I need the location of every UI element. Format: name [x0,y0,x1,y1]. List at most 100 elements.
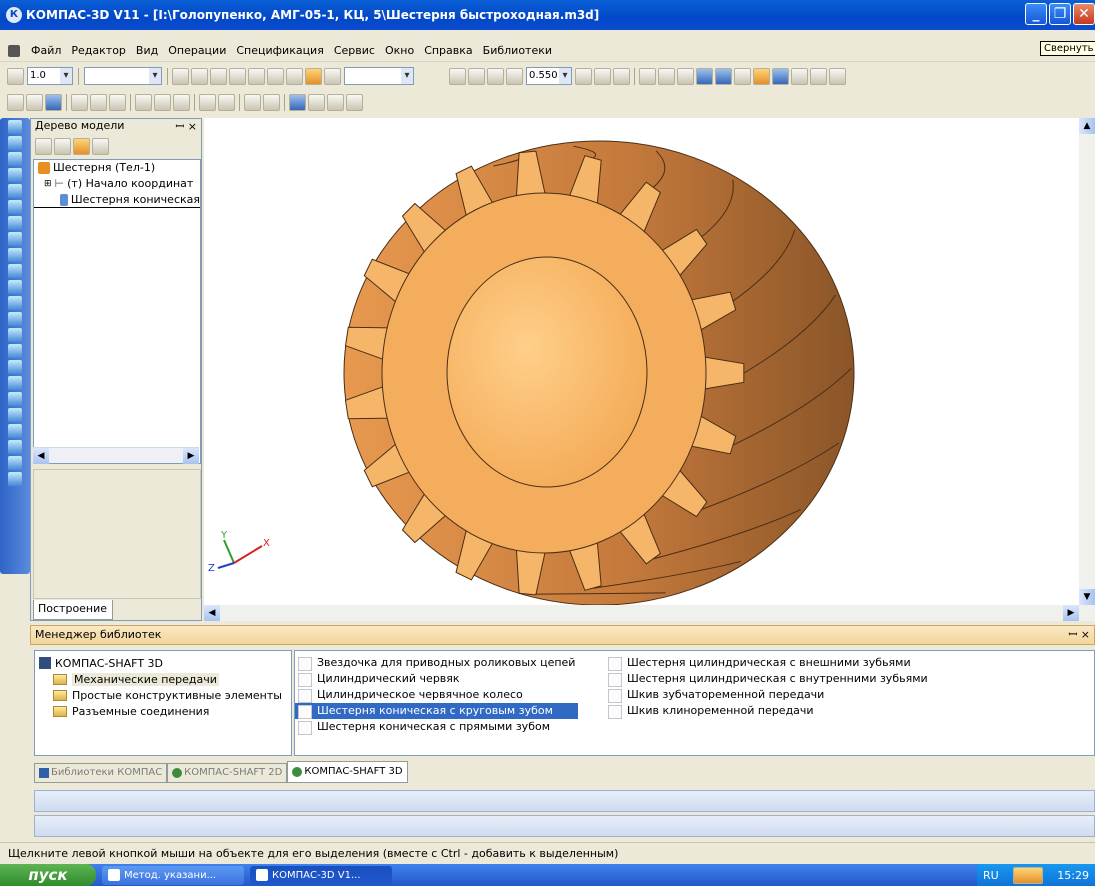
library-item[interactable]: Цилиндрический червяк [295,671,578,687]
menu-operations[interactable]: Операции [163,44,231,57]
list-icon[interactable] [218,93,235,111]
restore-button[interactable]: ❐ [1049,3,1071,25]
style-icon[interactable] [229,67,246,85]
viewport-horizontal-scrollbar[interactable]: ◀ ▶ [204,605,1079,621]
hole-icon[interactable] [8,408,22,422]
tree-sort-icon[interactable] [35,137,52,155]
tree-mode-icon[interactable] [54,137,71,155]
selection-icon[interactable] [772,67,789,85]
menu-service[interactable]: Сервис [329,44,380,57]
close-button[interactable]: ✕ [1073,3,1095,25]
scroll-right-button[interactable]: ▶ [1063,605,1079,621]
panel-pin-close[interactable]: ꟷ × [175,119,197,135]
sweep-icon[interactable] [8,280,22,294]
pen-icon[interactable] [210,67,227,85]
library-folder-detachable[interactable]: Разъемные соединения [39,703,287,719]
menu-file[interactable]: Файл [26,44,66,57]
library-folder-simple[interactable]: Простые конструктивные элементы [39,687,287,703]
angle-icon[interactable] [286,67,303,85]
tool-icon[interactable] [8,216,22,230]
minimize-button[interactable]: _ [1025,3,1047,25]
tray-icons[interactable] [1013,866,1043,884]
tree-node-gear[interactable]: Шестерня коническая [34,192,200,208]
tree-horizontal-scrollbar[interactable]: ◀ ▶ [33,447,199,464]
new-icon[interactable] [7,93,24,111]
help-pointer-icon[interactable] [346,93,363,111]
menu-help[interactable]: Справка [419,44,477,57]
tab-shaft-3d[interactable]: КОМПАС-SHAFT 3D [287,761,408,783]
extrude-icon[interactable] [8,248,22,262]
viewport-vertical-scrollbar[interactable]: ▲ ▼ [1079,118,1095,621]
tool-icon[interactable] [8,120,22,134]
3d-viewport[interactable]: Y X Z ▲ ▼ ◀ ▶ [204,118,1095,621]
hatch-icon[interactable] [267,67,284,85]
library-item[interactable]: Звездочка для приводных роликовых цепей [295,655,578,671]
hidden-lines-icon[interactable] [658,67,675,85]
language-indicator[interactable]: RU [983,869,999,882]
tool-icon[interactable] [8,200,22,214]
tab-shaft-2d[interactable]: КОМПАС-SHAFT 2D [167,763,288,783]
start-button[interactable]: пуск [0,864,96,886]
menu-libraries[interactable]: Библиотеки [478,44,557,57]
scale-combo[interactable]: 1.0 [27,67,73,85]
library-item[interactable]: Цилиндрическое червячное колесо [295,687,578,703]
library-item[interactable]: Шестерня цилиндрическая с внутренними зу… [605,671,931,687]
line-icon[interactable] [248,67,265,85]
fillet-icon[interactable] [8,376,22,390]
cut-loft-icon[interactable] [8,360,22,374]
tool-icon[interactable] [8,152,22,166]
chamfer-icon[interactable] [8,392,22,406]
scroll-left-button[interactable]: ◀ [204,605,220,621]
scroll-left-button[interactable]: ◀ [33,448,49,464]
menu-window[interactable]: Окно [380,44,419,57]
tab-build[interactable]: Построение [33,600,113,620]
panel-pin-close[interactable]: ꟷ × [1068,626,1090,644]
zoom-window-icon[interactable] [449,67,466,85]
taskbar-item-word[interactable]: Метод. указани... [102,865,244,885]
library-root[interactable]: КОМПАС-SHAFT 3D [39,655,287,671]
tool-icon[interactable] [8,232,22,246]
mirror-icon[interactable] [8,472,22,486]
snap-active-icon[interactable] [305,67,322,85]
menu-view[interactable]: Вид [131,44,163,57]
grid-icon[interactable] [191,67,208,85]
rotate-icon[interactable] [594,67,611,85]
expand-icon[interactable]: ⊞ [44,176,52,192]
document-icon[interactable] [8,44,20,57]
loft-icon[interactable] [8,296,22,310]
library-folder-mechanical[interactable]: Механические передачи [39,671,287,687]
tree-filter-icon[interactable] [73,137,90,155]
snap-icon[interactable] [7,67,24,85]
tree-window-icon[interactable] [92,137,109,155]
filter-icon[interactable] [753,67,770,85]
library-item[interactable]: Шкив клиноременной передачи [605,703,931,719]
rib-icon[interactable] [8,424,22,438]
properties-brush-icon[interactable] [199,93,216,111]
shell-icon[interactable] [8,440,22,454]
variables-icon[interactable] [289,93,306,111]
open-icon[interactable] [26,93,43,111]
scroll-down-button[interactable]: ▼ [1079,589,1095,605]
shaded-icon[interactable] [696,67,713,85]
tab-kompas-libraries[interactable]: Библиотеки КОМПАС [34,763,168,783]
scroll-right-button[interactable]: ▶ [183,448,199,464]
tree-icon[interactable] [308,93,325,111]
tool-icon[interactable] [8,136,22,150]
cut-revolve-icon[interactable] [8,328,22,342]
undo-icon[interactable] [244,93,261,111]
zoom-fit-icon[interactable] [506,67,523,85]
paste-icon[interactable] [173,93,190,111]
zoom-out-icon[interactable] [487,67,504,85]
tree-view-icon[interactable] [810,67,827,85]
tree-node-root[interactable]: Шестерня (Тел-1) [34,160,200,176]
library-item[interactable]: Шестерня коническая с прямыми зубом [295,719,578,735]
pan-icon[interactable] [575,67,592,85]
library-item[interactable]: Шестерня цилиндрическая с внешними зубья… [605,655,931,671]
print-icon[interactable] [71,93,88,111]
orientation-icon[interactable] [613,67,630,85]
revolve-icon[interactable] [8,264,22,278]
layer-combo[interactable] [84,67,162,85]
pattern-icon[interactable] [8,456,22,470]
zoom-combo[interactable]: 0.550 [526,67,572,85]
cut-extrude-icon[interactable] [8,312,22,326]
